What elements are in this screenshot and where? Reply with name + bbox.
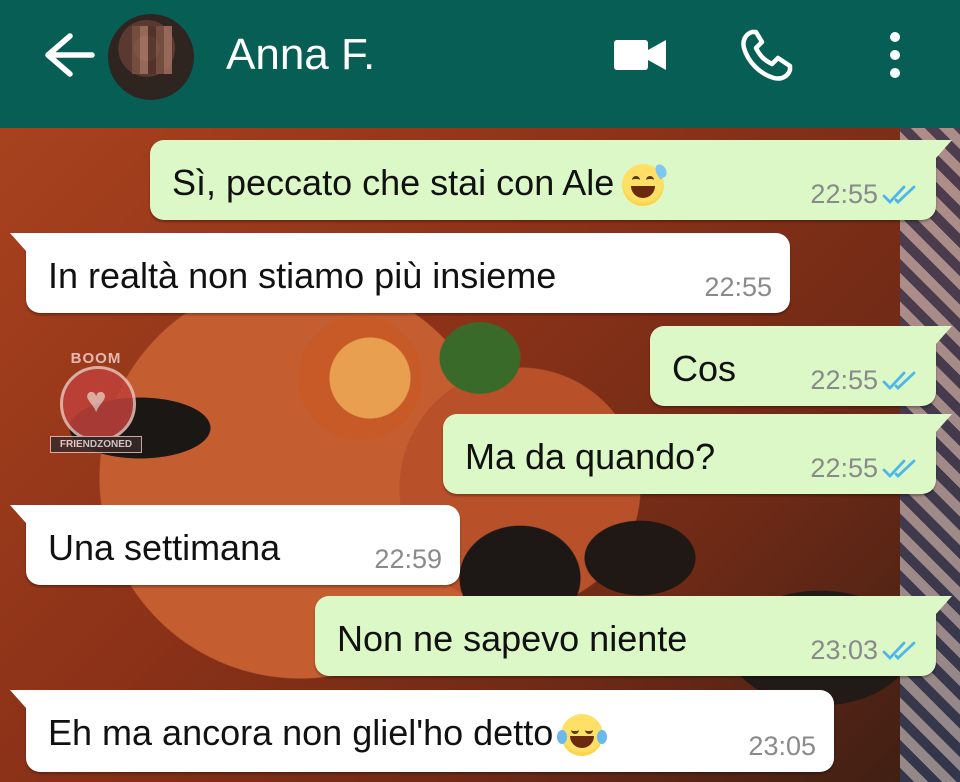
avatar[interactable]: [108, 14, 194, 100]
message-time: 22:55: [810, 365, 878, 395]
message-text: Eh ma ancora non gliel'ho detto: [48, 712, 554, 753]
friendzoned-watermark: ♥ BOOM FRIENDZONED: [50, 350, 142, 454]
message-text: Sì, peccato che stai con Ale: [172, 162, 615, 203]
outgoing-message[interactable]: Ma da quando? 22:55: [443, 414, 952, 494]
message-text: Non ne sapevo niente: [337, 618, 688, 659]
watermark-bottom-text: FRIENDZONED: [50, 436, 142, 453]
broken-heart-icon: ♥: [85, 379, 107, 420]
more-options-icon[interactable]: [884, 30, 906, 80]
message-time: 22:55: [810, 453, 878, 483]
double-check-read-icon: [882, 371, 916, 391]
message-text: Una settimana: [48, 527, 281, 568]
message-time: 22:55: [704, 272, 772, 302]
double-check-read-icon: [882, 185, 916, 205]
message-time: 23:05: [748, 731, 816, 761]
outgoing-message[interactable]: Cos 22:55: [650, 326, 952, 406]
double-check-read-icon: [882, 641, 916, 661]
message-text: In realtà non stiamo più insieme: [48, 255, 557, 296]
watermark-top-text: BOOM: [70, 350, 122, 367]
outgoing-message[interactable]: Sì, peccato che stai con Ale 22:55: [150, 140, 952, 220]
double-check-read-icon: [882, 459, 916, 479]
chat-header: Anna F.: [0, 0, 960, 128]
video-call-icon[interactable]: [612, 34, 668, 76]
message-time: 22:59: [374, 544, 442, 574]
message-text: Cos: [672, 348, 737, 389]
back-arrow-icon[interactable]: [38, 30, 98, 80]
incoming-message[interactable]: In realtà non stiamo più insieme 22:55: [10, 233, 790, 313]
phone-icon[interactable]: [738, 28, 794, 84]
outgoing-message[interactable]: Non ne sapevo niente 23:03: [315, 596, 952, 676]
incoming-message[interactable]: Una settimana 22:59: [10, 505, 460, 585]
incoming-message[interactable]: Eh ma ancora non gliel'ho detto 23:05: [10, 690, 834, 772]
message-time: 22:55: [810, 179, 878, 209]
grinning-sweat-emoji: [622, 162, 670, 207]
message-text: Ma da quando?: [465, 436, 716, 477]
contact-name[interactable]: Anna F.: [226, 30, 375, 80]
tears-of-joy-emoji: [557, 714, 608, 757]
message-time: 23:03: [810, 635, 878, 665]
